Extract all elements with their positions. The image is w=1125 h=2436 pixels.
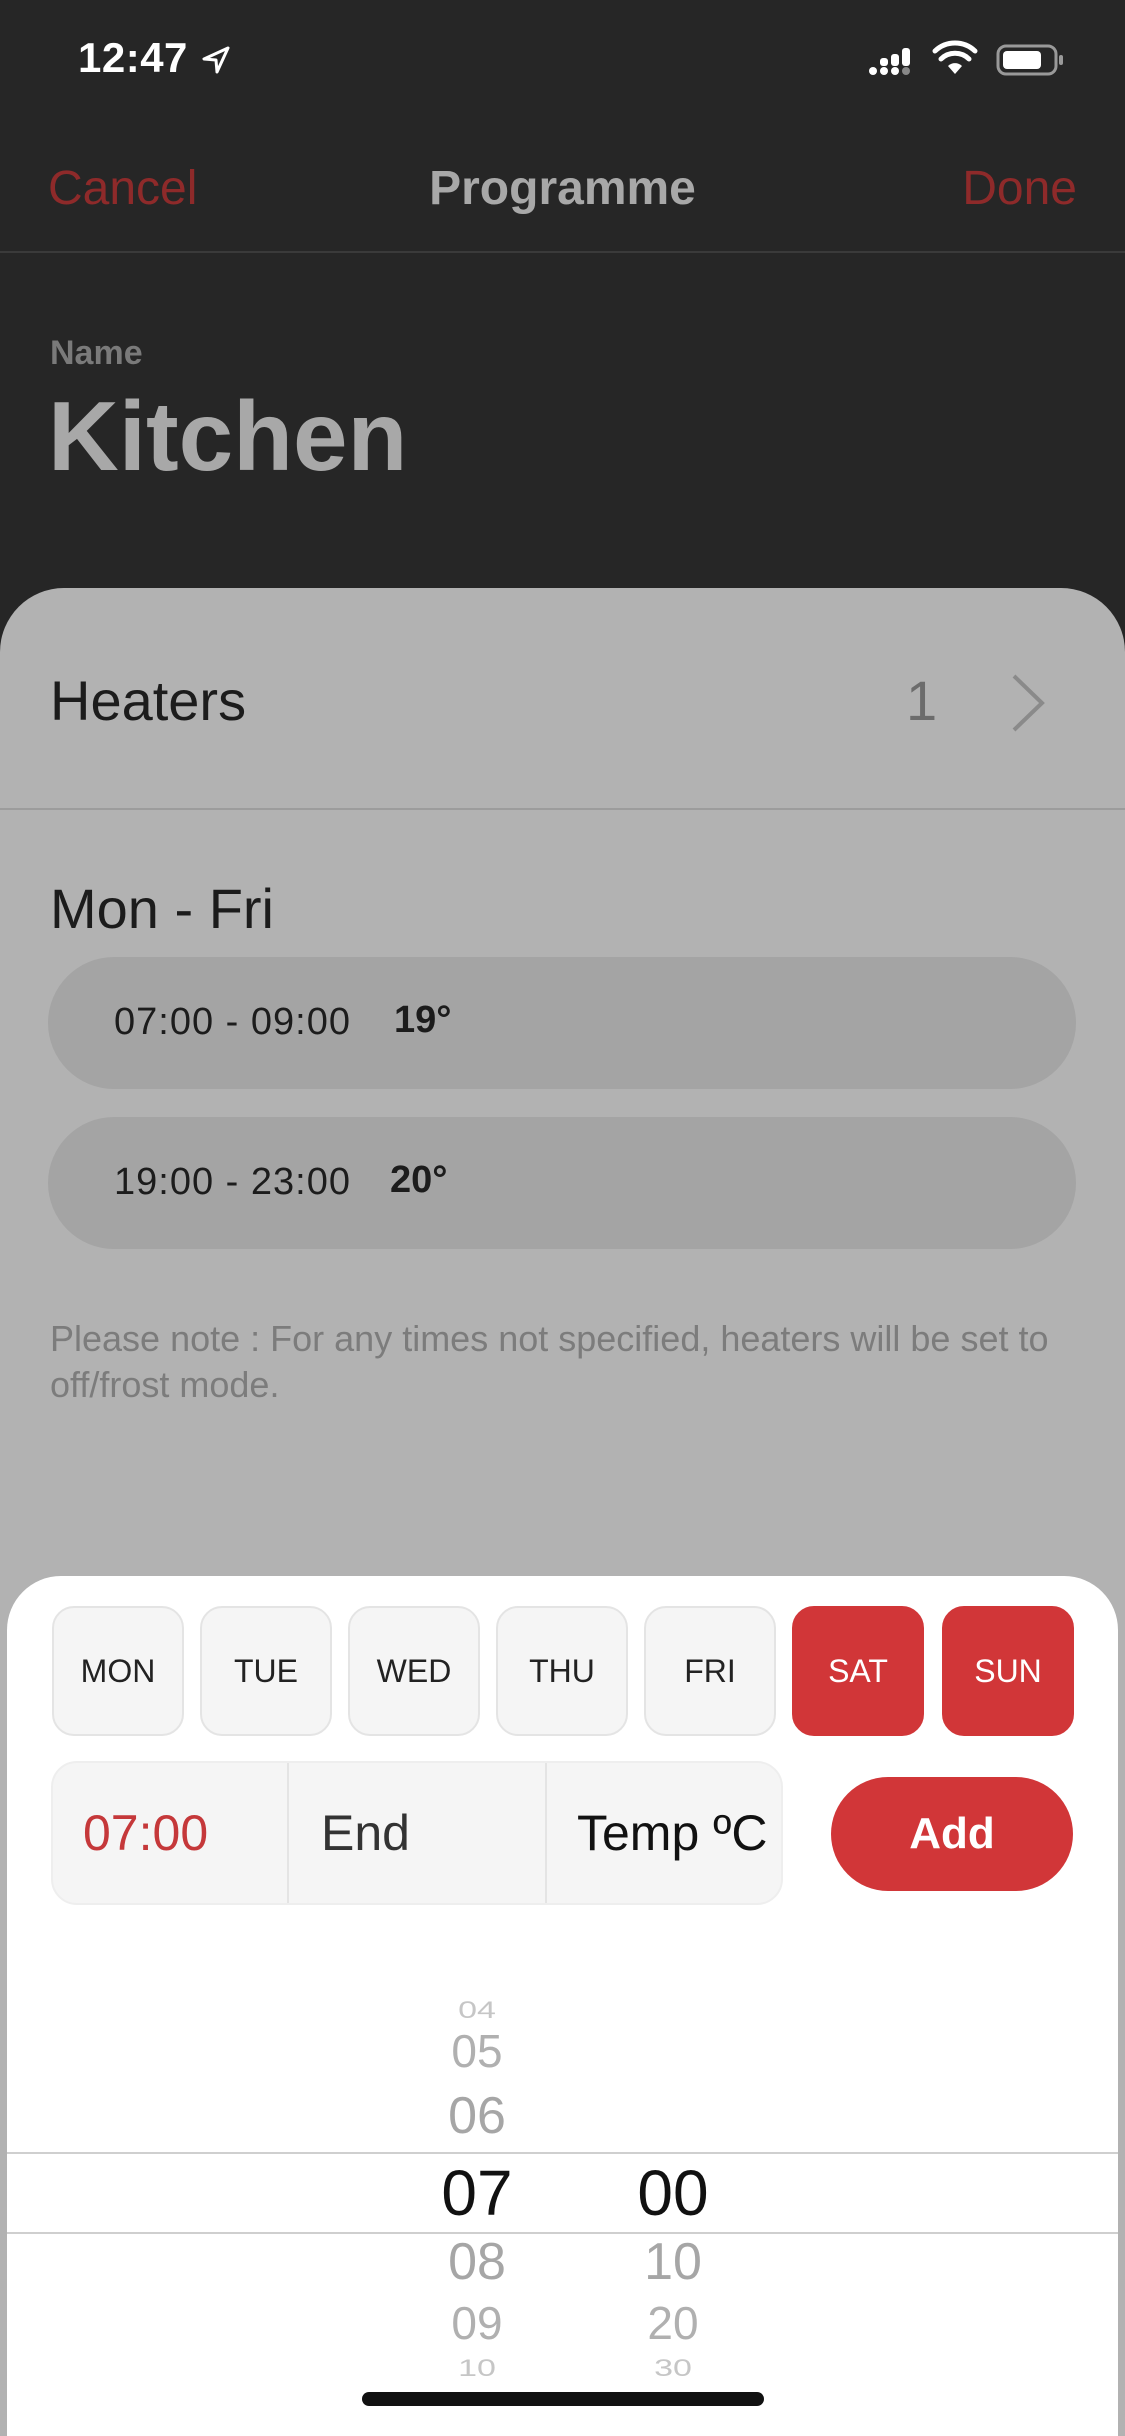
slot-fields: 07:00 End Temp ºC — [51, 1761, 783, 1905]
picker-minute-option[interactable]: 10 — [573, 2232, 773, 2292]
picker-minute-option[interactable]: 20 — [573, 2296, 773, 2350]
wifi-icon — [932, 40, 978, 74]
note-text: Please note : For any times not specifie… — [50, 1318, 1049, 1405]
cellular-signal-icon — [869, 48, 910, 75]
heaters-label: Heaters — [50, 669, 247, 732]
picker-hour-option[interactable]: 10 — [377, 2355, 577, 2382]
slot-temp: 20° — [390, 1159, 448, 1201]
picker-hour-option[interactable]: 04 — [377, 1997, 577, 2024]
name-label: Name — [50, 334, 143, 372]
start-time-field[interactable]: 07:00 — [83, 1763, 208, 1903]
picker-hour-selected[interactable]: 07 — [377, 2156, 577, 2230]
field-divider — [545, 1763, 547, 1903]
slot-time: 19:00 - 23:00 — [114, 1161, 351, 1203]
heaters-row[interactable]: Heaters 1 — [0, 588, 1125, 810]
schedule-slot[interactable]: 07:00 - 09:00 19° — [48, 957, 1076, 1089]
add-slot-sheet: MON TUE WED THU FRI SAT SUN 07:00 End Te… — [7, 1576, 1118, 2436]
battery-icon — [996, 44, 1063, 76]
location-arrow-icon — [202, 46, 230, 74]
home-indicator — [362, 2392, 764, 2406]
programme-name[interactable]: Kitchen — [48, 380, 407, 493]
end-time-field[interactable]: End — [321, 1763, 410, 1903]
day-button-thu[interactable]: THU — [496, 1606, 628, 1736]
page-title: Programme — [429, 162, 696, 215]
picker-minute-option[interactable]: 30 — [573, 2355, 773, 2382]
day-button-mon[interactable]: MON — [52, 1606, 184, 1736]
picker-minute-selected[interactable]: 00 — [573, 2156, 773, 2230]
status-bar: 12:47 — [0, 0, 1125, 125]
picker-hour-option[interactable]: 06 — [377, 2086, 577, 2146]
day-button-sat[interactable]: SAT — [792, 1606, 924, 1736]
schedule-slot[interactable]: 19:00 - 23:00 20° — [48, 1117, 1076, 1249]
picker-hour-option[interactable]: 08 — [377, 2232, 577, 2292]
add-button[interactable]: Add — [831, 1777, 1073, 1891]
picker-selection-top — [7, 2152, 1118, 2154]
picker-hour-option[interactable]: 05 — [377, 2024, 577, 2078]
slot-time: 07:00 - 09:00 — [114, 1001, 351, 1043]
schedule-header: Mon - Fri — [50, 877, 274, 940]
field-divider — [287, 1763, 289, 1903]
day-button-sun[interactable]: SUN — [942, 1606, 1074, 1736]
nav-bar: Cancel Programme Done — [0, 125, 1125, 253]
day-button-tue[interactable]: TUE — [200, 1606, 332, 1736]
picker-hour-option[interactable]: 09 — [377, 2296, 577, 2350]
temperature-field[interactable]: Temp ºC — [577, 1763, 768, 1903]
heaters-count: 1 — [906, 669, 938, 732]
slot-temp: 19° — [394, 999, 452, 1041]
chevron-right-icon — [1012, 674, 1045, 732]
done-button[interactable]: Done — [962, 161, 1077, 216]
status-time: 12:47 — [78, 34, 188, 81]
day-button-wed[interactable]: WED — [348, 1606, 480, 1736]
day-button-fri[interactable]: FRI — [644, 1606, 776, 1736]
